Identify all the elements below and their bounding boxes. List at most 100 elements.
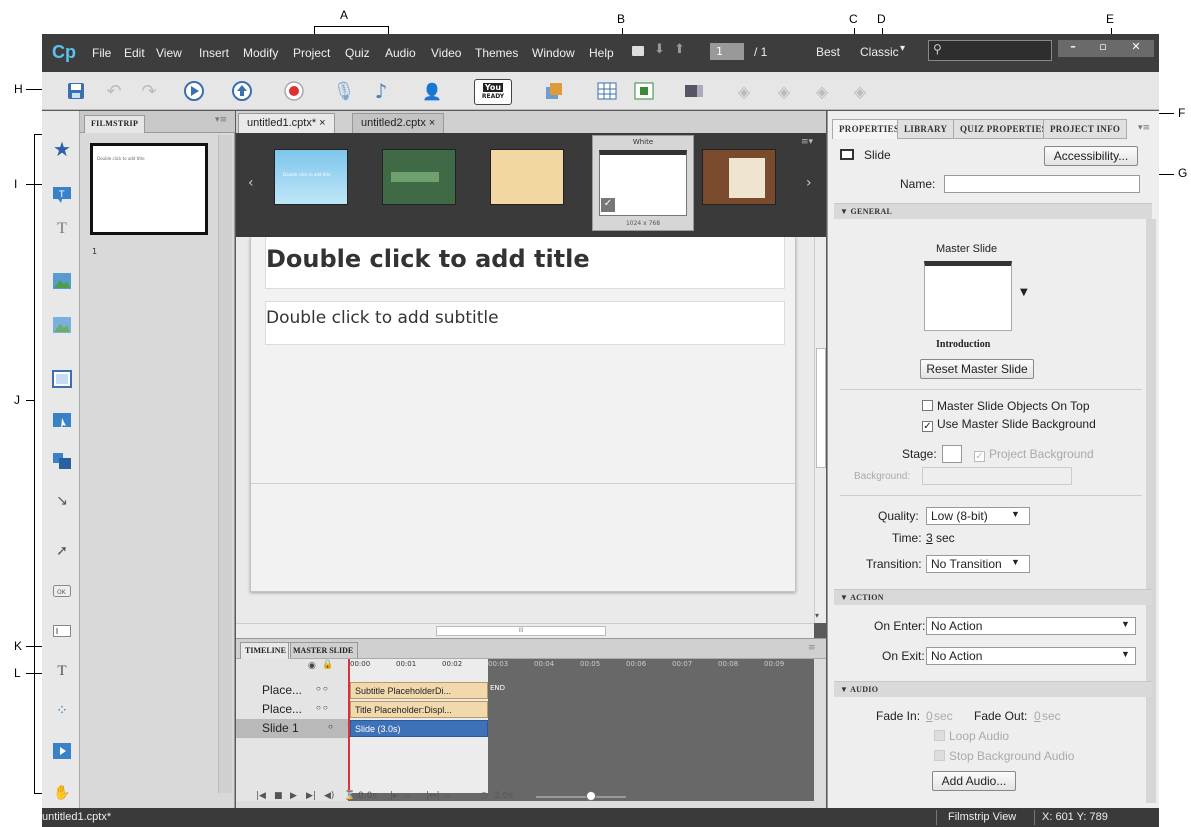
preview-icon[interactable]: [182, 79, 206, 103]
rewind-icon[interactable]: |◀: [256, 791, 266, 801]
play-icon[interactable]: ▶: [290, 791, 297, 801]
maximize-button[interactable]: ▫: [1088, 40, 1118, 57]
menu-quiz[interactable]: Quiz: [345, 46, 370, 60]
filmstrip-scrollbar[interactable]: [218, 135, 232, 793]
panel-menu-icon[interactable]: ≡▾: [801, 137, 813, 147]
close-icon[interactable]: ×: [319, 117, 325, 129]
fade-in-value[interactable]: 0: [926, 709, 933, 723]
close-button[interactable]: ✕: [1118, 40, 1154, 57]
reset-master-slide-button[interactable]: Reset Master Slide: [920, 359, 1034, 379]
audio-note-icon[interactable]: ♪: [369, 79, 393, 103]
chevron-down-icon[interactable]: ▾: [900, 43, 905, 54]
tab-filmstrip[interactable]: FILMSTRIP: [84, 115, 146, 133]
stage-horizontal-scrollbar[interactable]: III: [236, 623, 814, 638]
theme-thumbnail-blue[interactable]: Double click to add title: [274, 149, 348, 205]
track-bar-title[interactable]: Title Placeholder:Displ...: [350, 701, 488, 718]
chevron-down-icon[interactable]: ▼: [1011, 509, 1020, 519]
scroll-down-icon[interactable]: ▾: [815, 611, 819, 620]
panel-menu-icon[interactable]: ▾≡: [1138, 123, 1150, 133]
star-icon[interactable]: ★: [51, 137, 73, 161]
tab-master-slide[interactable]: MASTER SLIDE: [288, 642, 359, 659]
master-on-top-checkbox[interactable]: Master Slide Objects On Top: [922, 399, 1090, 413]
visibility-dot[interactable]: ○ ○: [316, 684, 328, 693]
undo-icon[interactable]: ↶: [102, 79, 126, 103]
menu-themes[interactable]: Themes: [475, 46, 518, 60]
panel-menu-icon[interactable]: ≡: [808, 643, 816, 653]
fade-out-value[interactable]: 0: [1034, 709, 1041, 723]
user-icon[interactable]: 👤: [420, 79, 444, 103]
forward-icon[interactable]: ▶|: [306, 791, 316, 801]
microphone-icon[interactable]: 🎙: [332, 79, 356, 103]
minimize-button[interactable]: –: [1058, 40, 1088, 57]
eye-icon[interactable]: ◉: [308, 661, 316, 671]
stop-background-audio-checkbox[interactable]: Stop Background Audio: [934, 749, 1074, 763]
properties-scrollbar[interactable]: [1146, 219, 1156, 803]
toggle-icon[interactable]: [682, 79, 706, 103]
menu-insert[interactable]: Insert: [199, 46, 229, 60]
time-value[interactable]: 3: [926, 531, 933, 545]
menu-audio[interactable]: Audio: [385, 46, 416, 60]
tab-library[interactable]: LIBRARY: [897, 119, 955, 139]
layer-row[interactable]: Place... ○ ○: [236, 681, 348, 700]
panel-menu-icon[interactable]: ▾≡: [215, 115, 227, 125]
chevron-right-icon[interactable]: ›: [806, 175, 812, 191]
transition-dropdown[interactable]: No Transition ▼: [926, 555, 1030, 573]
theme-thumbnail-parchment[interactable]: [490, 149, 564, 205]
save-icon[interactable]: [64, 79, 88, 103]
tab-untitled1[interactable]: untitled1.cptx* ×: [238, 113, 335, 133]
checkbox-icon[interactable]: [922, 400, 933, 411]
chevron-down-icon[interactable]: ▼: [1020, 287, 1028, 298]
checkbox-checked-icon[interactable]: ✓: [974, 451, 985, 462]
tab-quiz-properties[interactable]: QUIZ PROPERTIES: [953, 119, 1054, 139]
menu-file[interactable]: File: [92, 46, 111, 60]
chevron-down-icon[interactable]: ▼: [1121, 619, 1130, 629]
use-master-background-checkbox[interactable]: ✓ Use Master Slide Background: [922, 417, 1096, 432]
scroll-thumb[interactable]: III: [436, 626, 606, 636]
tab-project-info[interactable]: PROJECT INFO: [1043, 119, 1128, 139]
mouse-icon[interactable]: ↘: [51, 491, 73, 511]
menu-edit[interactable]: Edit: [124, 46, 145, 60]
redo-icon[interactable]: ↷: [137, 79, 161, 103]
youtube-icon[interactable]: You READY: [474, 79, 512, 105]
on-enter-dropdown[interactable]: No Action ▼: [926, 617, 1136, 635]
hand-icon[interactable]: ✋: [51, 783, 73, 803]
stage-color-swatch[interactable]: [942, 445, 962, 463]
tab-untitled2[interactable]: untitled2.cptx ×: [352, 113, 445, 133]
menu-project[interactable]: Project: [293, 46, 330, 60]
chevron-down-icon[interactable]: ▼: [1011, 557, 1020, 567]
quiz-icon-1[interactable]: ◈: [732, 79, 756, 103]
playhead[interactable]: [348, 659, 350, 799]
video-icon[interactable]: [51, 741, 73, 761]
record-icon[interactable]: [282, 79, 306, 103]
chevron-down-icon[interactable]: ▼: [1121, 649, 1130, 659]
chevron-left-icon[interactable]: ‹: [248, 175, 254, 191]
section-audio[interactable]: ▼ AUDIO: [834, 681, 1152, 697]
quality-label[interactable]: Best: [816, 45, 840, 59]
background-field[interactable]: [922, 467, 1072, 485]
menu-view[interactable]: View: [156, 46, 182, 60]
quiz-icon-2[interactable]: ◈: [772, 79, 796, 103]
section-general[interactable]: ▼ GENERAL: [834, 203, 1152, 219]
theme-thumbnail-green[interactable]: [382, 149, 456, 205]
click-box-icon[interactable]: [51, 411, 73, 431]
checkbox-checked-icon[interactable]: ✓: [922, 421, 933, 432]
share-icon[interactable]: [542, 79, 566, 103]
slide-thumbnail[interactable]: Double click to add title: [90, 143, 208, 235]
grid-icon[interactable]: [595, 79, 619, 103]
add-audio-button[interactable]: Add Audio...: [932, 771, 1016, 791]
volume-icon[interactable]: ◀): [324, 791, 334, 801]
menu-video[interactable]: Video: [431, 46, 461, 60]
workspace-switcher[interactable]: Classic: [860, 45, 899, 59]
quality-dropdown[interactable]: Low (8-bit) ▼: [926, 507, 1030, 525]
search-input[interactable]: ⚲: [928, 40, 1052, 61]
page-number-field[interactable]: 1: [710, 43, 744, 60]
button-icon[interactable]: OK: [51, 581, 73, 601]
effects-icon[interactable]: ⁘: [51, 701, 73, 721]
visibility-dot[interactable]: ○ ○: [316, 703, 328, 712]
text-entry-icon[interactable]: [51, 621, 73, 641]
quiz-icon-3[interactable]: ◈: [810, 79, 834, 103]
fit-icon[interactable]: [632, 79, 656, 103]
pointer-icon[interactable]: ➚: [51, 541, 73, 561]
title-placeholder[interactable]: Double click to add title: [265, 237, 785, 289]
rollover-text-icon[interactable]: T: [51, 219, 73, 239]
